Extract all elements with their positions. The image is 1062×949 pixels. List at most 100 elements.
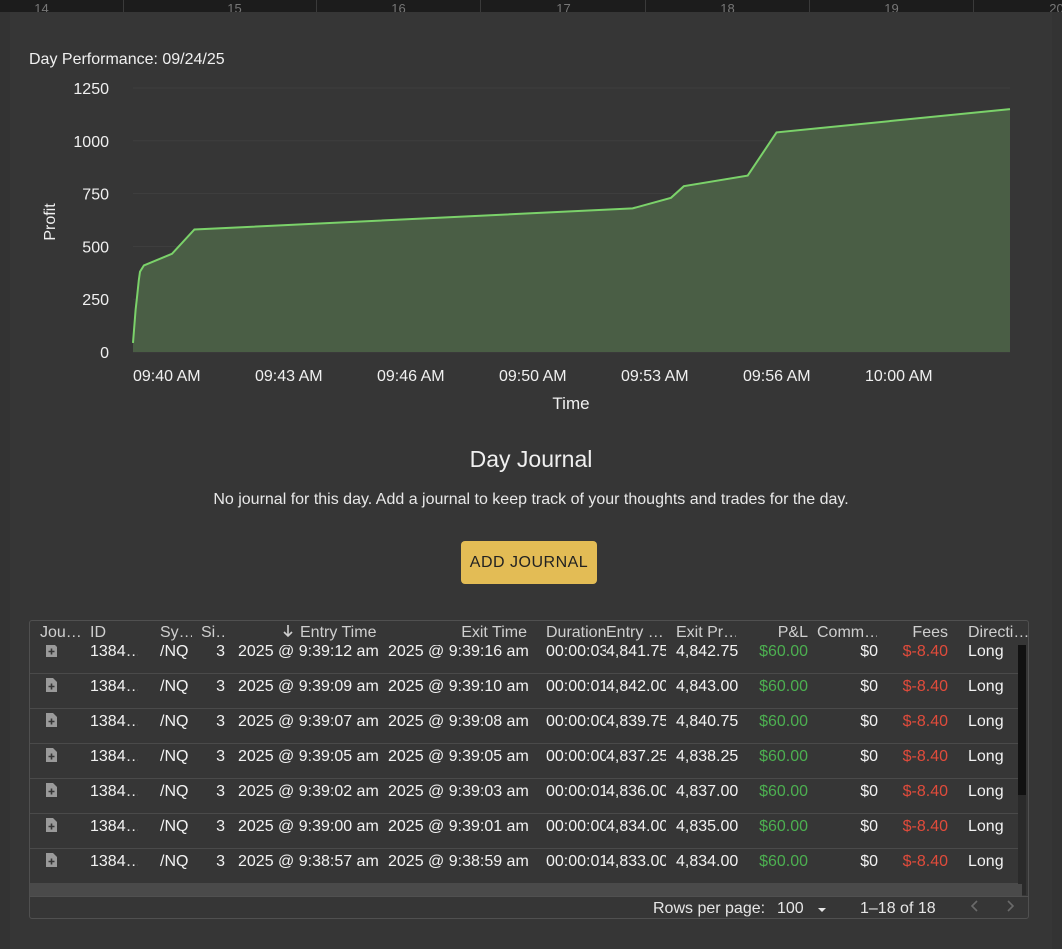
cell-fees: $-8.40 (902, 853, 948, 870)
add-journal-doc-icon[interactable] (45, 678, 57, 692)
cell-size: 3 (216, 678, 225, 695)
cell-entry-time: 2025 @ 9:38:57 am (238, 853, 378, 870)
cell-exit-price: 4,840.75 (676, 713, 739, 730)
cell-symbol: /NQ (160, 645, 189, 660)
header-direction[interactable]: Directi… (968, 624, 1028, 642)
header-pnl[interactable]: P&L (750, 624, 808, 642)
add-journal-doc-icon[interactable] (45, 713, 57, 727)
cell-id: 1384… (90, 748, 138, 765)
table-row[interactable]: 1384… /NQ 3 2025 @ 9:39:00 am 2025 @ 9:39:01… (30, 814, 1024, 849)
horizontal-scrollbar[interactable] (30, 884, 1022, 896)
next-page-icon[interactable] (1005, 899, 1015, 918)
table-row[interactable]: 1384… /NQ 3 2025 @ 9:39:09 am 2025 @ 9:39:10… (30, 674, 1024, 709)
cell-entry-time: 2025 @ 9:39:12 am (238, 645, 378, 660)
calendar-day-cell[interactable]: 20 (975, 0, 1062, 12)
cell-fees: $-8.40 (902, 678, 948, 695)
y-tick-label: 0 (100, 345, 109, 362)
profit-area (133, 109, 1010, 352)
cell-direction: Long (968, 853, 1004, 870)
header-entry-price[interactable]: Entry … (606, 624, 662, 642)
cell-fees: $-8.40 (902, 818, 948, 835)
cell-size: 3 (216, 645, 225, 660)
header-symbol[interactable]: Sy… (160, 624, 192, 642)
table-row[interactable]: 1384… /NQ 3 2025 @ 9:38:57 am 2025 @ 9:38:59… (30, 849, 1024, 884)
cell-direction: Long (968, 748, 1004, 765)
cell-exit-time: 2025 @ 9:39:16 am (388, 645, 528, 660)
rows-per-page-value: 100 (777, 900, 804, 917)
cell-direction: Long (968, 678, 1004, 695)
cell-duration: 00:00:01 (546, 783, 606, 800)
table-row[interactable]: 1384… /NQ 3 2025 @ 9:39:07 am 2025 @ 9:39:08… (30, 709, 1024, 744)
chart-title: Day Performance: 09/24/25 (29, 51, 225, 68)
add-journal-doc-icon[interactable] (45, 645, 57, 657)
table-header: Jou… ID Sy… Si… Entry Time Exit Time Dur… (30, 621, 1028, 645)
cell-size: 3 (216, 818, 225, 835)
calendar-day-number: 17 (556, 1, 571, 12)
cell-commission: $0 (860, 713, 878, 730)
cell-entry-price: 4,836.00 (606, 783, 666, 800)
cell-duration: 00:00:00 (546, 818, 606, 835)
cell-exit-price: 4,843.00 (676, 678, 739, 695)
table-row[interactable]: 1384… /NQ 3 2025 @ 9:39:05 am 2025 @ 9:39:05… (30, 744, 1024, 779)
cell-entry-price: 4,841.75 (606, 645, 666, 660)
cell-size: 3 (216, 713, 225, 730)
add-journal-doc-icon[interactable] (45, 748, 57, 762)
header-id[interactable]: ID (90, 624, 130, 642)
header-size[interactable]: Si… (201, 624, 227, 642)
cell-entry-time: 2025 @ 9:39:00 am (238, 818, 378, 835)
header-exit-price[interactable]: Exit Pr… (676, 624, 736, 642)
cell-entry-time: 2025 @ 9:39:02 am (238, 783, 378, 800)
rows-per-page-select[interactable]: 100 (777, 900, 827, 918)
trades-table: Jou… ID Sy… Si… Entry Time Exit Time Dur… (29, 620, 1029, 919)
add-journal-doc-icon[interactable] (45, 853, 57, 867)
journal-message: No journal for this day. Add a journal t… (213, 491, 849, 508)
calendar-day-cell[interactable]: 17 (482, 0, 646, 12)
y-tick-label: 250 (82, 292, 109, 309)
cell-exit-time: 2025 @ 9:38:59 am (388, 853, 528, 870)
vertical-scroll-thumb[interactable] (1018, 645, 1026, 795)
cell-entry-price: 4,834.00 (606, 818, 666, 835)
cell-symbol: /NQ (160, 853, 189, 870)
calendar-day-cell[interactable]: 16 (317, 0, 481, 12)
cell-exit-price: 4,835.00 (676, 818, 739, 835)
table-row[interactable]: 1384… /NQ 3 2025 @ 9:39:02 am 2025 @ 9:39:03… (30, 779, 1024, 814)
header-commission[interactable]: Comm… (817, 624, 877, 642)
cell-duration: 00:00:00 (546, 748, 606, 765)
vertical-scrollbar[interactable] (1018, 645, 1026, 895)
header-journal[interactable]: Jou… (40, 624, 80, 642)
calendar-day-cell[interactable]: 15 (153, 0, 317, 12)
cell-commission: $0 (860, 783, 878, 800)
cell-direction: Long (968, 713, 1004, 730)
calendar-day-cell[interactable]: 19 (810, 0, 974, 12)
header-exit-time[interactable]: Exit Time (410, 624, 527, 642)
y-tick-label: 750 (82, 187, 109, 204)
table-row[interactable]: 1384… /NQ 3 2025 @ 9:39:12 am 2025 @ 9:39:16… (30, 645, 1024, 674)
header-entry-time[interactable]: Entry Time (300, 624, 380, 642)
cell-duration: 00:00:00 (546, 713, 606, 730)
y-tick-label: 500 (82, 239, 109, 256)
calendar-day-cell[interactable]: 14 (0, 0, 124, 12)
calendar-day-number: 14 (34, 1, 49, 12)
x-tick-label: 09:46 AM (377, 368, 445, 385)
prev-page-icon[interactable] (970, 899, 980, 918)
sort-arrow-down-icon[interactable] (282, 624, 302, 643)
cell-commission: $0 (860, 678, 878, 695)
cell-commission: $0 (860, 645, 878, 660)
add-journal-button[interactable]: ADD JOURNAL (461, 541, 597, 584)
add-journal-doc-icon[interactable] (45, 783, 57, 797)
header-duration[interactable]: Duration (546, 624, 608, 642)
cell-commission: $0 (860, 748, 878, 765)
cell-fees: $-8.40 (902, 783, 948, 800)
x-axis-label: Time (552, 394, 589, 413)
cell-id: 1384… (90, 818, 138, 835)
calendar-strip: 14 15 16 17 18 19 20 (0, 0, 1062, 12)
x-tick-label: 10:00 AM (865, 368, 933, 385)
calendar-day-cell[interactable]: 18 (646, 0, 810, 12)
header-fees[interactable]: Fees (890, 624, 948, 642)
cell-size: 3 (216, 748, 225, 765)
add-journal-doc-icon[interactable] (45, 818, 57, 832)
table-footer: Rows per page: 100 1–18 of 18 (30, 896, 1028, 918)
y-tick-label: 1000 (73, 134, 109, 151)
cell-duration: 00:00:01 (546, 853, 606, 870)
cell-pnl: $60.00 (759, 783, 808, 800)
